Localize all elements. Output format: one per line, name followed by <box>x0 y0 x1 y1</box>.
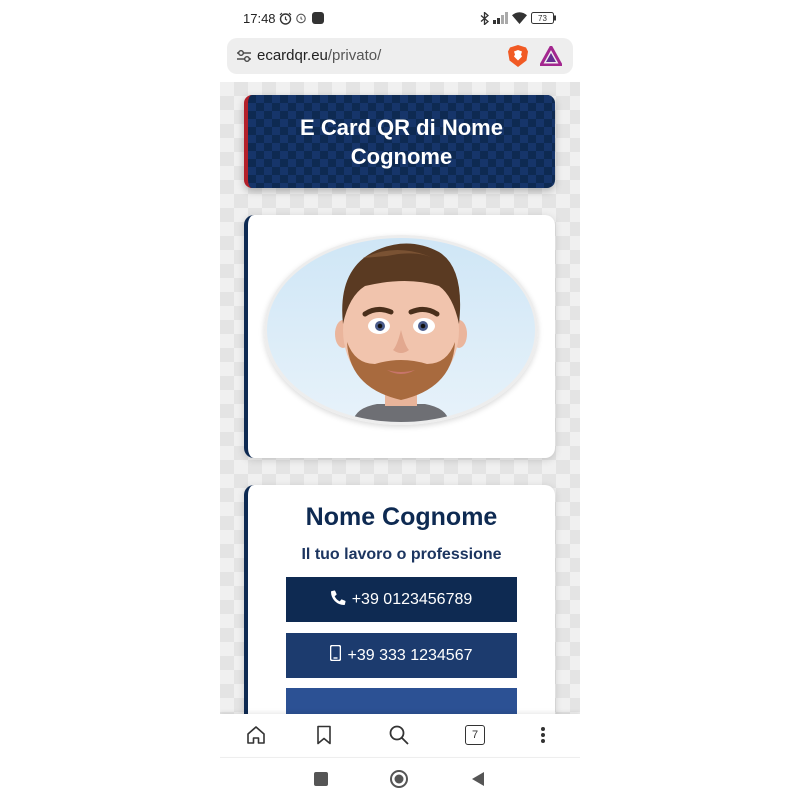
contact-card: Nome Cognome Il tuo lavoro o professione… <box>244 485 555 714</box>
search-icon[interactable] <box>388 724 410 746</box>
home-icon[interactable] <box>245 724 267 746</box>
home-button-icon[interactable] <box>389 769 409 789</box>
status-time: 17:48 <box>243 11 276 26</box>
avatar-card <box>244 215 555 458</box>
battery-level: 73 <box>538 14 547 23</box>
back-icon[interactable] <box>471 771 485 787</box>
alarm-icon <box>294 11 308 25</box>
phone-screen: 17:48 73 ecardqr.eu/privato/ E Card QR d… <box>220 0 580 800</box>
brave-rewards-icon[interactable] <box>538 43 564 71</box>
battery-icon: 73 <box>531 11 557 25</box>
email-button[interactable] <box>286 688 517 714</box>
phone-icon <box>330 589 346 610</box>
person-name: Nome Cognome <box>305 503 498 531</box>
person-job: Il tuo lavoro o professione <box>301 546 502 563</box>
mobile-button[interactable]: +39 333 1234567 <box>286 633 517 678</box>
page-title: E Card QR di Nome Cognome <box>300 114 503 169</box>
tab-count: 7 <box>465 725 485 745</box>
wifi-icon <box>511 11 527 25</box>
site-settings-icon[interactable] <box>236 48 252 69</box>
mobile-label: +39 333 1234567 <box>347 646 473 664</box>
bluetooth-icon <box>478 11 490 25</box>
address-bar[interactable]: ecardqr.eu/privato/ <box>227 38 573 74</box>
system-navigation-bar <box>220 757 580 800</box>
status-bar: 17:48 73 <box>220 0 580 38</box>
brave-shield-icon[interactable] <box>507 44 529 73</box>
tabs-icon[interactable]: 7 <box>464 724 486 746</box>
title-banner: E Card QR di Nome Cognome <box>244 95 555 188</box>
more-menu-icon[interactable] <box>532 724 554 746</box>
bookmark-icon[interactable] <box>313 724 335 746</box>
url-host: ecardqr.eu <box>257 47 328 64</box>
app-notification-icon <box>311 11 324 25</box>
url-text[interactable]: ecardqr.eu/privato/ <box>257 47 381 64</box>
recent-apps-icon[interactable] <box>314 772 328 786</box>
browser-bottom-toolbar: 7 <box>220 714 580 756</box>
web-page: E Card QR di Nome Cognome Nome Cognome I… <box>220 82 580 714</box>
alarm-icon <box>278 11 292 25</box>
phone-label: +39 0123456789 <box>351 590 473 608</box>
phone-button[interactable]: +39 0123456789 <box>286 577 517 622</box>
signal-icon <box>492 11 509 25</box>
url-path: /privato/ <box>327 47 382 64</box>
mobile-phone-icon <box>330 644 342 666</box>
avatar <box>264 235 538 425</box>
